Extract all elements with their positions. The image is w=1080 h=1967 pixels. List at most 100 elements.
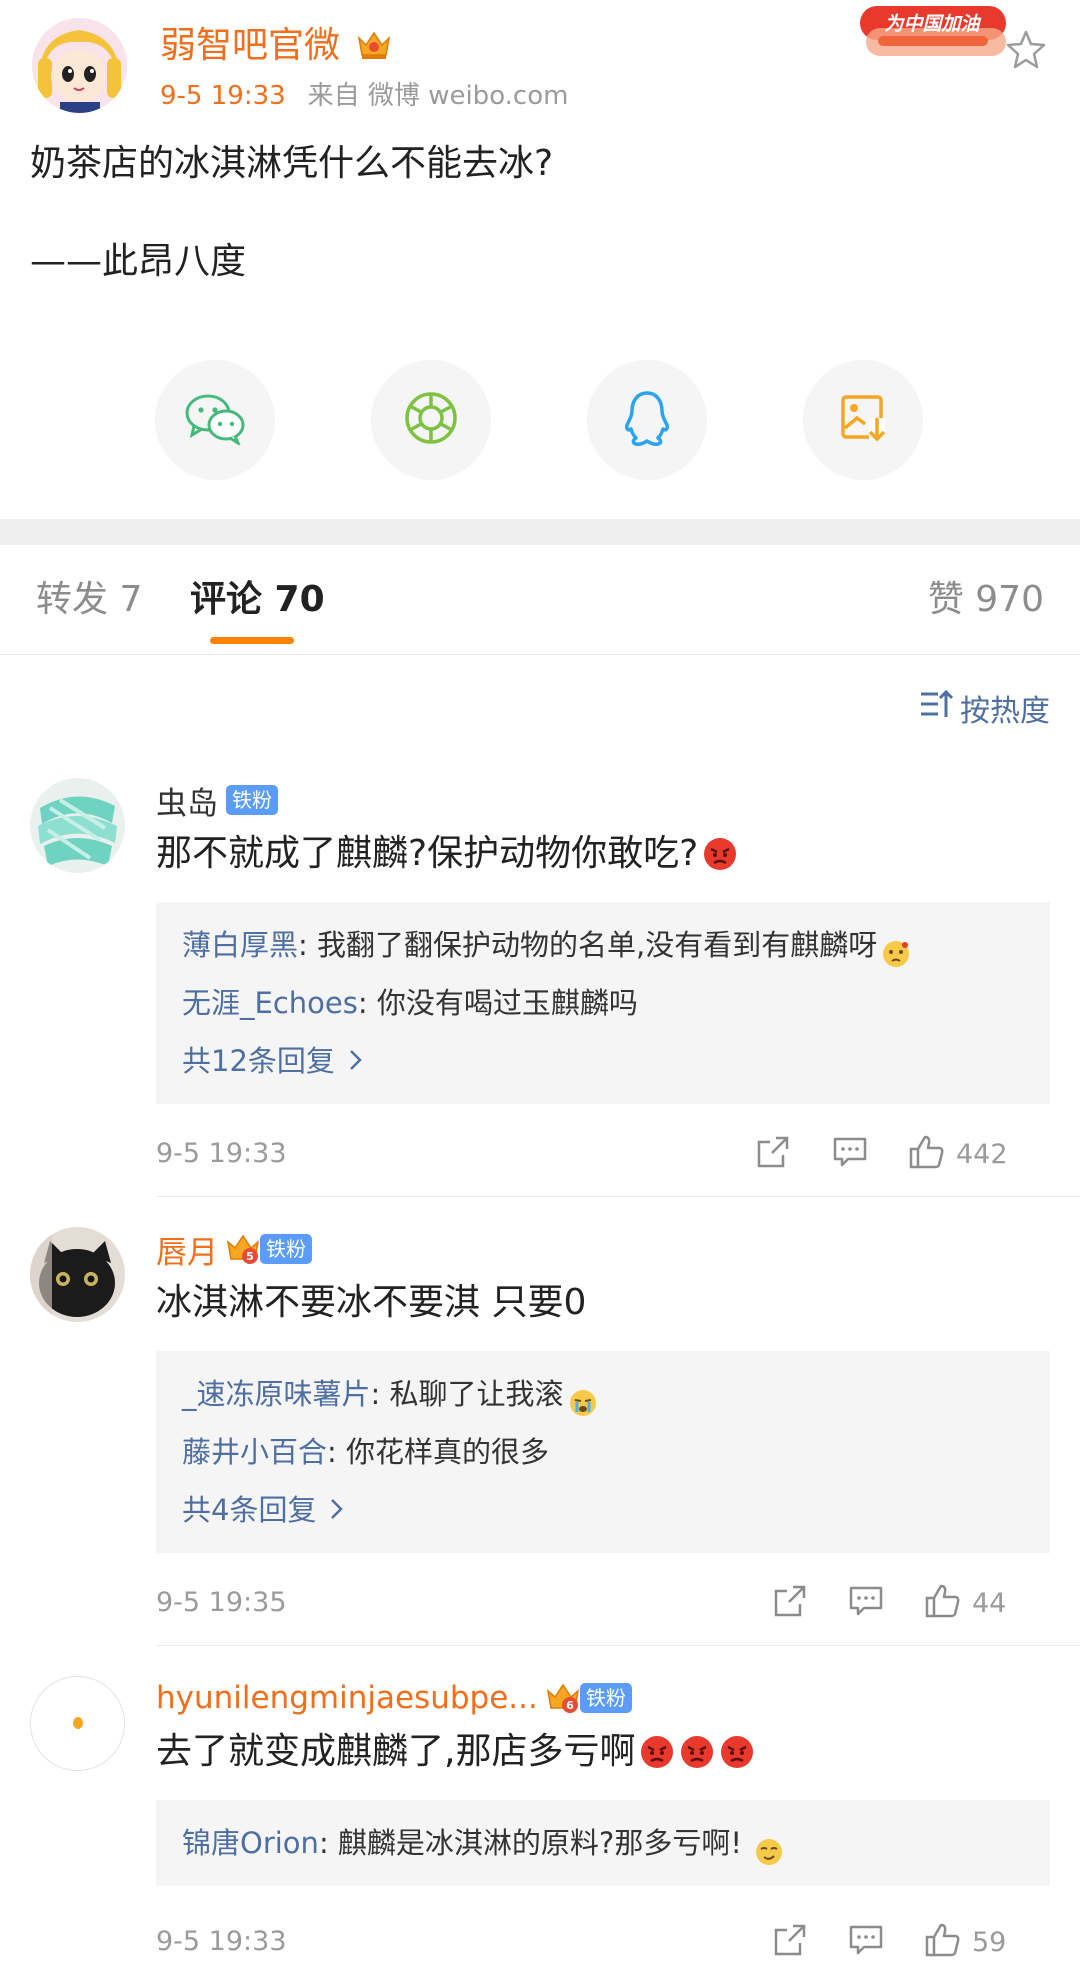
- sort-by-hot-button[interactable]: 按热度: [918, 687, 1050, 729]
- angry-emoji-icon: [679, 1734, 715, 1770]
- reply-comment-button[interactable]: [848, 1920, 884, 1964]
- comment-time: 9-5 19:33: [156, 1926, 287, 1957]
- fan-badge[interactable]: 铁粉: [579, 1683, 632, 1713]
- share-out-icon: [756, 1135, 790, 1173]
- commenter-avatar[interactable]: [30, 1227, 125, 1322]
- reply-user[interactable]: 薄白厚黑: [182, 916, 298, 974]
- comment-footer: 9-5 19:33 59: [156, 1920, 1050, 1964]
- commenter-name[interactable]: hyunilengminjaesubpe...: [156, 1680, 538, 1716]
- like-count: 59: [972, 1926, 1007, 1958]
- promo-badge-text: 为中国加油: [884, 13, 981, 35]
- reply-comment-button[interactable]: [848, 1581, 884, 1625]
- post-text-line: 奶茶店的冰淇淋凭什么不能去冰?: [30, 143, 554, 184]
- reply-user[interactable]: 藤井小百合: [182, 1423, 327, 1481]
- view-more-replies-link[interactable]: 共12条回复: [182, 1032, 1024, 1090]
- reply-user[interactable]: 锦唐Orion: [182, 1814, 319, 1872]
- comment-bubble-icon: [832, 1136, 868, 1172]
- author-avatar[interactable]: [32, 18, 127, 113]
- comment-text: 去了就变成麒麟了,那店多亏啊: [156, 1728, 755, 1776]
- reply-item[interactable]: _速冻原味薯片 : 私聊了让我滚: [182, 1365, 1024, 1423]
- qq-icon: [622, 389, 672, 451]
- fan-badge[interactable]: 铁粉: [226, 785, 278, 815]
- vip-crown-icon[interactable]: 6: [546, 1681, 580, 1715]
- commenter-name[interactable]: 虫岛: [156, 778, 218, 823]
- angry-emoji-icon: [719, 1734, 755, 1770]
- repost-comment-button[interactable]: [756, 1132, 790, 1176]
- commenter-avatar[interactable]: [30, 1676, 125, 1771]
- reply-comment-button[interactable]: [832, 1132, 868, 1176]
- comment-bubble-icon: [848, 1585, 884, 1621]
- reply-item[interactable]: 藤井小百合 : 你花样真的很多: [182, 1423, 1024, 1481]
- thumbs-up-icon: [908, 1134, 946, 1174]
- post-time: 9-5 19:33: [160, 81, 286, 111]
- reply-user[interactable]: _速冻原味薯片: [182, 1365, 371, 1423]
- favorite-star-button[interactable]: [1004, 28, 1048, 72]
- like-count: 442: [956, 1138, 1008, 1170]
- thinking-emoji-icon: [881, 930, 911, 967]
- reply-box: 薄白厚黑 : 我翻了翻保护动物的名单,没有看到有麒麟呀 无涯_Echoes : …: [156, 902, 1050, 1104]
- post-meta: 9-5 19:33 来自 微博 weibo.com: [160, 80, 568, 112]
- reply-box: 锦唐Orion : 麒麟是冰淇淋的原料?那多亏啊!: [156, 1800, 1050, 1886]
- reply-text: : 麒麟是冰淇淋的原料?那多亏啊!: [318, 1826, 742, 1860]
- tab-repost[interactable]: 转发 7: [36, 577, 142, 623]
- fan-badge[interactable]: 铁粉: [260, 1234, 312, 1264]
- save-image-button[interactable]: [803, 360, 923, 480]
- like-comment-button[interactable]: 442: [908, 1132, 1008, 1176]
- reply-box: _速冻原味薯片 : 私聊了让我滚 藤井小百合 : 你花样真的很多 共4条回复: [156, 1351, 1050, 1553]
- comment-footer: 9-5 19:35 44: [156, 1581, 1050, 1625]
- vip-crown-icon[interactable]: 5: [226, 1232, 260, 1266]
- promo-badge: 为中国加油: [858, 0, 1010, 64]
- sort-icon: [918, 687, 960, 729]
- commenter-info: 虫岛 铁粉: [156, 778, 278, 822]
- commenter-info: 唇月 5 铁粉: [156, 1227, 312, 1271]
- wechat-icon: [184, 391, 246, 449]
- comment-text-content: 去了就变成麒麟了,那店多亏啊: [156, 1731, 636, 1772]
- comment-divider: [156, 1645, 1080, 1646]
- author-name[interactable]: 弱智吧官微: [160, 24, 340, 68]
- reply-text: : 你花样真的很多: [327, 1435, 550, 1469]
- reply-user[interactable]: 无涯_Echoes: [182, 974, 358, 1032]
- share-moments-button[interactable]: [371, 360, 491, 480]
- repost-comment-button[interactable]: [773, 1581, 807, 1625]
- comment-footer: 9-5 19:33 442: [156, 1132, 1050, 1176]
- chevron-right-icon: [316, 1481, 344, 1539]
- active-tab-indicator: [210, 637, 294, 644]
- comment-time: 9-5 19:35: [156, 1587, 287, 1618]
- share-qq-button[interactable]: [587, 360, 707, 480]
- reply-text: : 你没有喝过玉麒麟吗: [357, 986, 638, 1020]
- crown-level: 6: [566, 1699, 574, 1712]
- comment-tabs: 转发 7 评论 70 赞 970: [0, 545, 1080, 655]
- sort-label: 按热度: [960, 694, 1050, 729]
- reply-text: : 私聊了让我滚: [370, 1377, 564, 1411]
- repost-comment-button[interactable]: [773, 1920, 807, 1964]
- reply-item[interactable]: 薄白厚黑 : 我翻了翻保护动物的名单,没有看到有麒麟呀: [182, 916, 1024, 974]
- commenter-avatar[interactable]: [30, 778, 125, 873]
- tab-like[interactable]: 赞 970: [928, 577, 1044, 623]
- angry-emoji-icon: [639, 1734, 675, 1770]
- comment-bubble-icon: [848, 1924, 884, 1960]
- post-header: 弱智吧官微 9-5 19:33 来自 微博 weibo.com 为中国加油: [0, 0, 1080, 130]
- moments-icon: [403, 390, 459, 450]
- tab-comment[interactable]: 评论 70: [190, 577, 325, 623]
- crown-level: 5: [246, 1250, 254, 1263]
- angry-emoji-icon: [702, 836, 738, 872]
- commenter-name[interactable]: 唇月: [156, 1227, 218, 1272]
- section-separator: [0, 519, 1080, 545]
- share-wechat-button[interactable]: [155, 360, 275, 480]
- like-comment-button[interactable]: 59: [924, 1920, 1006, 1964]
- comment-text: 冰淇淋不要冰不要淇 只要0: [156, 1279, 586, 1327]
- comment-text: 那不就成了麒麟?保护动物你敢吃?: [156, 830, 738, 878]
- thumbs-up-icon: [924, 1922, 962, 1962]
- chevron-right-icon: [335, 1032, 363, 1090]
- view-more-replies-link[interactable]: 共4条回复: [182, 1481, 1024, 1539]
- reply-item[interactable]: 锦唐Orion : 麒麟是冰淇淋的原料?那多亏啊!: [182, 1814, 1024, 1872]
- comment-time: 9-5 19:33: [156, 1138, 287, 1169]
- post-content: 奶茶店的冰淇淋凭什么不能去冰? ——此昂八度: [30, 140, 1050, 336]
- share-out-icon: [773, 1923, 807, 1961]
- post-source: 来自 微博 weibo.com: [307, 81, 569, 111]
- thumbs-up-icon: [924, 1583, 962, 1623]
- reply-item[interactable]: 无涯_Echoes : 你没有喝过玉麒麟吗: [182, 974, 1024, 1032]
- more-replies-label: 共4条回复: [182, 1493, 317, 1527]
- like-comment-button[interactable]: 44: [924, 1581, 1006, 1625]
- vip-crown-icon[interactable]: [356, 28, 392, 62]
